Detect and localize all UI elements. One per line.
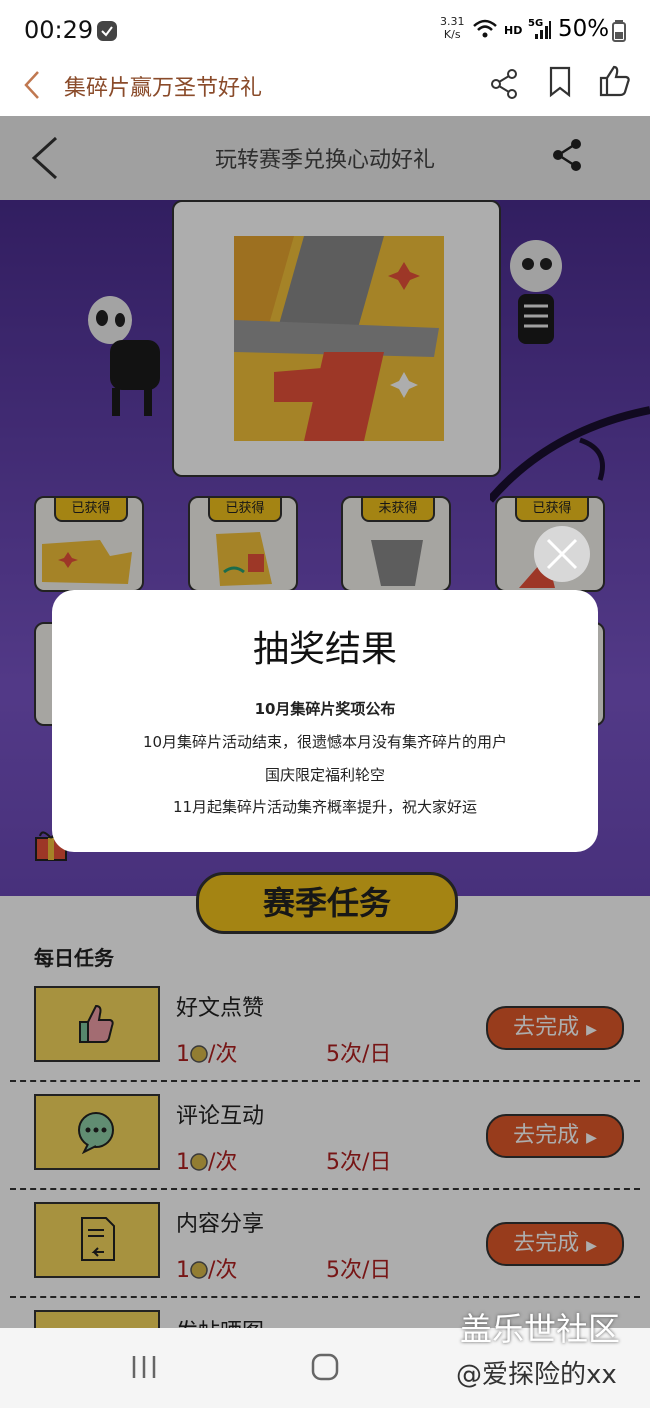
back-arrow-icon[interactable] (22, 70, 42, 100)
watermark-brand: 盖乐世社区 (460, 1310, 621, 1348)
clock: 00:29 (24, 16, 94, 44)
lottery-result-dialog: 抽奖结果 10月集碎片奖项公布 10月集碎片活动结束，很遗憾本月没有集齐碎片的用… (52, 590, 598, 852)
recent-apps-icon[interactable] (130, 1354, 158, 1380)
dialog-line: 国庆限定福利轮空 (264, 766, 385, 784)
battery-icon (612, 20, 626, 42)
status-bar: 00:29 3.31 K/s HD 5G 50% (0, 0, 650, 56)
signal-icon (535, 21, 551, 39)
notification-icon (97, 21, 117, 41)
share-icon[interactable] (490, 68, 520, 100)
dialog-subtitle: 10月集碎片奖项公布 (254, 700, 396, 718)
dialog-line: 10月集碎片活动结束，很遗憾本月没有集齐碎片的用户 (142, 733, 508, 751)
wifi-icon (473, 19, 497, 38)
home-icon[interactable] (310, 1352, 340, 1382)
close-button[interactable] (534, 526, 590, 582)
dialog-title: 抽奖结果 (252, 629, 397, 670)
watermark-handle: @爱探险的xx (456, 1360, 617, 1390)
app-header-title: 集碎片赢万圣节好礼 (64, 76, 263, 101)
app-header: 集碎片赢万圣节好礼 (0, 56, 650, 117)
bookmark-icon[interactable] (548, 66, 572, 98)
battery-percent: 50% (558, 16, 610, 42)
net-speed: 3.31 K/s (440, 15, 465, 41)
close-icon (546, 538, 578, 570)
thumbs-up-icon[interactable] (598, 64, 632, 98)
dialog-line: 11月起集碎片活动集齐概率提升，祝大家好运 (172, 798, 478, 816)
hd-label: HD (504, 24, 523, 37)
